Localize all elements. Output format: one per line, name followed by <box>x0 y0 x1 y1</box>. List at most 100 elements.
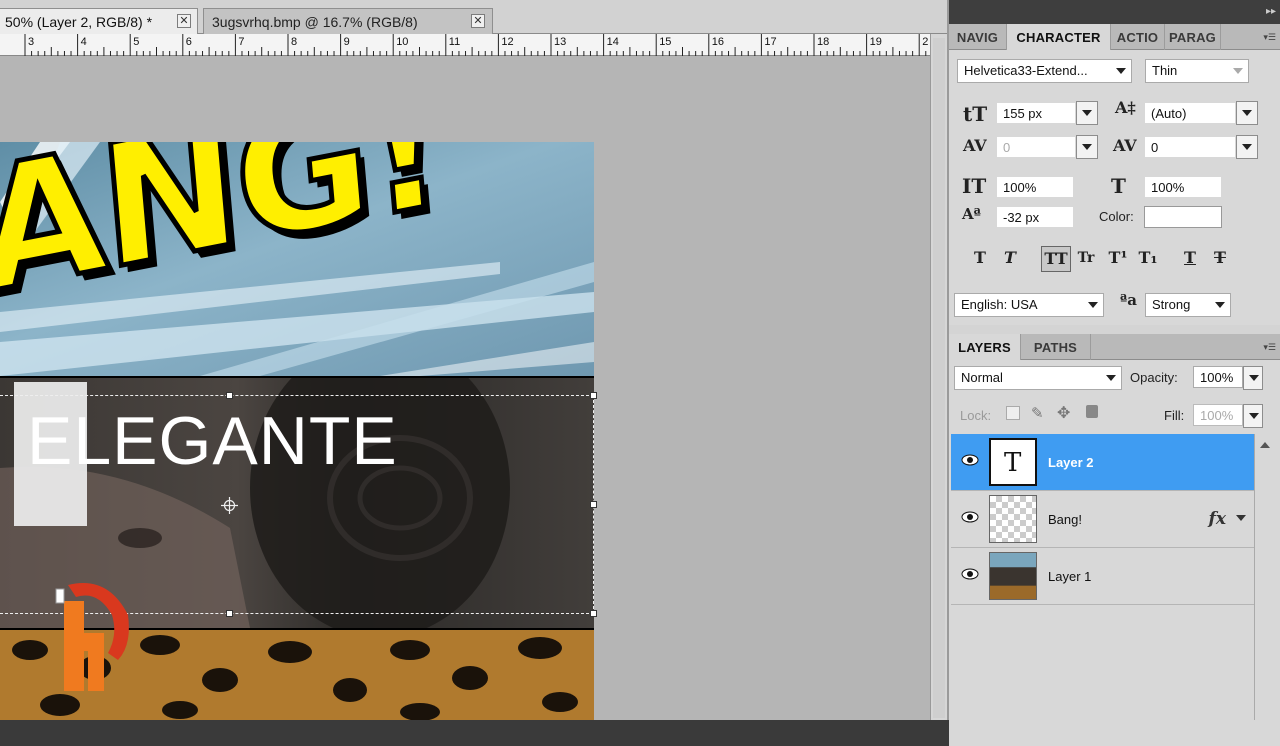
layer-name[interactable]: Bang! <box>1048 512 1082 527</box>
watermark-logo <box>55 583 129 691</box>
tab-paragraph[interactable]: PARAG <box>1165 24 1221 50</box>
horizontal-scale-field[interactable]: 100% <box>1144 176 1222 198</box>
lock-move-icon[interactable]: ✥ <box>1057 403 1070 423</box>
panel-dock: ▸▸ NAVIG CHARACTER ACTIO PARAG ▾☰ Helvet… <box>947 0 1280 746</box>
blend-mode-select[interactable]: Normal <box>954 366 1122 390</box>
visibility-eye-icon[interactable] <box>961 568 979 580</box>
transform-handle[interactable] <box>226 610 233 617</box>
fill-label: Fill: <box>1164 408 1185 423</box>
ruler-number: 5 <box>133 36 140 48</box>
ruler-number: 7 <box>238 36 245 48</box>
transparent-layer-thumbnail[interactable] <box>989 495 1037 543</box>
tracking-dropdown[interactable] <box>1236 135 1258 159</box>
font-size-field[interactable]: 155 px <box>996 102 1076 124</box>
lock-label: Lock: <box>960 408 992 423</box>
visibility-eye-icon[interactable] <box>961 511 979 523</box>
ruler-number: 2 <box>922 36 929 48</box>
font-family-select[interactable]: Helvetica33-Extend... <box>957 59 1132 83</box>
horizontal-ruler[interactable]: 3 4 5 6 7 8 9 10 11 12 13 14 15 16 17 18 19 2 <box>0 34 930 56</box>
strikethrough-button[interactable]: T <box>1207 246 1233 272</box>
opacity-field[interactable]: 100% <box>1193 366 1243 388</box>
layer-row-layer-1[interactable]: Layer 1 <box>951 548 1254 605</box>
leading-field[interactable]: (Auto) <box>1144 102 1236 124</box>
bang-panel: ANG! <box>0 142 594 376</box>
lock-all-icon[interactable] <box>1086 405 1098 418</box>
color-label: Color: <box>1099 209 1134 224</box>
ruler-number: 4 <box>80 36 87 48</box>
fill-field[interactable]: 100% <box>1193 404 1243 426</box>
font-size-icon: tT <box>963 102 988 126</box>
scrollbar-thumb[interactable] <box>933 38 945 718</box>
opacity-slider-button[interactable] <box>1243 366 1263 390</box>
vertical-scale-field[interactable]: 100% <box>996 176 1074 198</box>
text-layer-thumbnail[interactable]: T <box>989 438 1037 486</box>
font-family-value: Helvetica33-Extend... <box>964 63 1088 78</box>
document-tab-label: 3ugsvrhq.bmp @ 16.7% (RGB/8) <box>212 14 418 30</box>
ruler-ticks <box>24 34 927 56</box>
pivot-point-icon[interactable] <box>221 497 238 514</box>
ruler-number: 14 <box>606 36 619 48</box>
scroll-up-icon[interactable] <box>1260 442 1270 448</box>
ruler-number: 15 <box>659 36 672 48</box>
dock-header: ▸▸ <box>949 0 1280 24</box>
panel-menu-icon[interactable]: ▾☰ <box>1263 342 1276 353</box>
lock-brush-icon[interactable]: ✎ <box>1031 404 1044 422</box>
layer-effects-icon[interactable]: fx <box>1209 509 1226 529</box>
vertical-scrollbar[interactable] <box>930 34 947 720</box>
tab-navigator[interactable]: NAVIG <box>949 24 1007 50</box>
layer-row-layer-2[interactable]: T Layer 2 <box>951 434 1254 491</box>
collapse-icon[interactable]: ▸▸ <box>1266 6 1276 17</box>
font-size-dropdown[interactable] <box>1076 101 1098 125</box>
leading-icon: A‡ <box>1115 98 1136 117</box>
ruler-number: 9 <box>343 36 350 48</box>
ruler-number: 19 <box>869 36 882 48</box>
vertical-scale-icon: IT <box>962 174 987 198</box>
transform-handle[interactable] <box>590 392 597 399</box>
layer-row-bang[interactable]: Bang! fx <box>951 491 1254 548</box>
subscript-button[interactable]: T₁ <box>1135 246 1161 272</box>
all-caps-button[interactable]: TT <box>1041 246 1071 272</box>
faux-italic-button[interactable]: T <box>997 246 1023 272</box>
fill-slider-button[interactable] <box>1243 404 1263 428</box>
kerning-dropdown[interactable] <box>1076 135 1098 159</box>
panel-menu-icon[interactable]: ▾☰ <box>1263 32 1276 43</box>
layer-name[interactable]: Layer 2 <box>1048 455 1094 470</box>
ruler-number: 11 <box>448 36 461 48</box>
baseline-shift-field[interactable]: -32 px <box>996 206 1074 228</box>
visibility-eye-icon[interactable] <box>961 454 979 466</box>
antialias-icon: ªa <box>1120 291 1138 309</box>
underline-button[interactable]: T <box>1177 246 1203 272</box>
superscript-button[interactable]: T¹ <box>1105 246 1131 272</box>
font-style-select[interactable]: Thin <box>1145 59 1249 83</box>
image-layer-thumbnail[interactable] <box>989 552 1037 600</box>
layer-name[interactable]: Layer 1 <box>1048 569 1091 584</box>
tracking-field[interactable]: 0 <box>1144 136 1236 158</box>
kerning-icon: AV <box>963 136 987 155</box>
ruler-number: 13 <box>554 36 567 48</box>
transform-handle[interactable] <box>590 610 597 617</box>
close-icon[interactable]: ✕ <box>177 14 191 28</box>
tab-layers[interactable]: LAYERS <box>949 334 1021 360</box>
language-select[interactable]: English: USA <box>954 293 1104 317</box>
color-swatch[interactable] <box>1144 206 1222 228</box>
small-caps-button[interactable]: Tr <box>1073 246 1099 272</box>
document-tab-active[interactable]: 50% (Layer 2, RGB/8) * ✕ <box>0 8 198 34</box>
antialias-select[interactable]: Strong <box>1145 293 1231 317</box>
tab-character[interactable]: CHARACTER <box>1007 24 1111 50</box>
close-icon[interactable]: ✕ <box>471 14 485 28</box>
text-layer-icon: T <box>1004 448 1022 478</box>
faux-bold-button[interactable]: T <box>967 246 993 272</box>
transform-handle[interactable] <box>590 501 597 508</box>
tab-actions[interactable]: ACTIO <box>1111 24 1165 50</box>
document-tab-inactive[interactable]: 3ugsvrhq.bmp @ 16.7% (RGB/8) ✕ <box>203 8 493 34</box>
expand-effects-icon[interactable] <box>1236 515 1246 521</box>
ruler-number: 3 <box>28 36 35 48</box>
layers-scrollbar[interactable] <box>1254 434 1274 720</box>
document-tab-bar: 50% (Layer 2, RGB/8) * ✕ 3ugsvrhq.bmp @ … <box>0 0 947 34</box>
language-value: English: USA <box>961 297 1038 312</box>
transform-handle[interactable] <box>226 392 233 399</box>
kerning-field[interactable]: 0 <box>996 136 1076 158</box>
leading-dropdown[interactable] <box>1236 101 1258 125</box>
tab-paths[interactable]: PATHS <box>1021 334 1091 360</box>
lock-transparent-icon[interactable] <box>1006 406 1020 420</box>
